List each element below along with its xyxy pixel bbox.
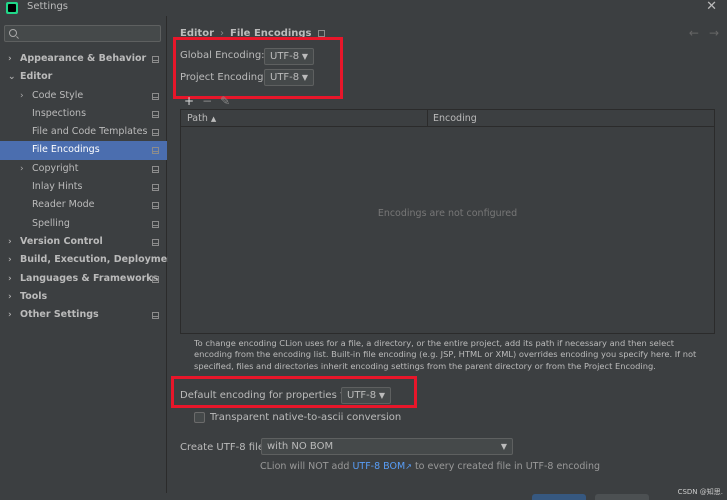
sidebar-item-label: Appearance & Behavior [20,53,147,64]
sidebar-item-label: Copyright [32,162,79,174]
sidebar-item-label: File and Code Templates [32,126,148,138]
sidebar-item-label: Languages & Frameworks [20,272,159,284]
column-header-encoding[interactable]: Encoding [433,110,477,127]
project-scope-icon [152,275,159,283]
sidebar-item-label: Tools [20,290,48,302]
project-scope-icon [152,184,159,192]
project-scope-icon [152,312,159,320]
navigation-arrows: ← → [679,26,719,40]
sidebar-item-build-execution-deployment[interactable]: › Build, Execution, Deployment [0,251,178,269]
chevron-right-icon[interactable]: › [8,306,12,324]
column-header-path[interactable]: Path ▲ [187,110,216,128]
annotation-highlight-box [173,37,343,99]
sidebar-item-copyright[interactable]: › Copyright [0,160,167,178]
sidebar-item-code-style[interactable]: › Code Style [0,87,167,105]
chevron-down-icon[interactable]: ⌄ [8,68,16,86]
project-scope-icon [317,29,325,37]
close-icon[interactable]: ✕ [706,0,717,14]
sidebar-item-label: Other Settings [20,309,99,321]
column-divider[interactable] [427,110,428,127]
chevron-right-icon[interactable]: › [20,87,24,105]
annotation-highlight-box [171,376,417,408]
back-arrow-icon[interactable]: ← [689,26,699,40]
project-scope-icon [152,165,159,173]
chevron-right-icon[interactable]: › [8,233,12,251]
utf8-bom-link[interactable]: UTF-8 BOM↗ [352,461,411,472]
sidebar-item-label: Inlay Hints [32,181,83,193]
window-title: Settings [27,1,69,12]
table-empty-text: Encodings are not configured [377,208,518,219]
chevron-right-icon[interactable]: › [20,160,24,178]
help-text: To change encoding CLion uses for a file… [194,338,697,371]
project-scope-icon [152,202,159,210]
edit-icon[interactable]: ✎ [220,94,230,108]
sidebar-item-label: Version Control [20,235,103,247]
add-icon[interactable]: + [184,94,194,108]
sidebar-item-label: Build, Execution, Deployment [20,254,179,266]
project-scope-icon [152,92,159,100]
sidebar-item-spelling[interactable]: Spelling [0,215,167,233]
sidebar-item-inspections[interactable]: Inspections [0,105,167,123]
sidebar-item-label: Reader Mode [32,199,95,211]
chevron-right-icon[interactable]: › [8,50,12,68]
sidebar-item-label: Spelling [32,217,70,229]
sidebar-item-languages-frameworks[interactable]: › Languages & Frameworks [0,270,167,288]
transparent-conversion-label: Transparent native-to-ascii conversion [210,412,402,423]
table-header: Path ▲ Encoding [181,110,714,127]
sidebar-item-reader-mode[interactable]: Reader Mode [0,196,167,214]
sidebar-item-file-and-code-templates[interactable]: File and Code Templates [0,123,167,141]
search-icon [9,29,17,37]
sidebar-item-tools[interactable]: › Tools [0,288,167,306]
sidebar-item-other-settings[interactable]: › Other Settings [0,306,167,324]
project-scope-icon [152,147,159,155]
chevron-right-icon[interactable]: › [8,288,12,306]
create-utf8-value: with NO BOM [267,441,334,452]
sort-ascending-icon: ▲ [210,115,217,123]
remove-icon[interactable]: − [202,94,212,108]
transparent-conversion-checkbox[interactable] [194,412,205,423]
title-bar: Settings ✕ [0,0,727,16]
app-logo-icon [6,2,18,14]
project-scope-icon [152,110,159,118]
create-utf8-label: Create UTF-8 files: [180,442,273,453]
project-scope-icon [152,238,159,246]
sidebar-item-appearance-behavior[interactable]: › Appearance & Behavior [0,50,167,68]
search-input[interactable] [4,25,161,42]
project-scope-icon [152,220,159,228]
project-scope-icon [152,129,159,137]
create-utf8-select[interactable]: with NO BOM ▼ [261,438,513,455]
sidebar-item-file-encodings[interactable]: File Encodings [0,141,167,160]
sidebar-item-label: Code Style [32,89,84,101]
forward-arrow-icon[interactable]: → [709,26,719,40]
cancel-button[interactable] [595,494,649,500]
chevron-right-icon[interactable]: › [8,270,12,288]
settings-tree: › Appearance & Behavior ⌄ Editor › Code Style… [0,50,178,324]
sidebar-item-label: File Encodings [32,144,100,156]
sidebar-item-version-control[interactable]: › Version Control [0,233,167,251]
utf8-bom-note: CLion will NOT add UTF-8 BOM↗ to every c… [260,461,601,472]
project-scope-icon [152,56,159,63]
table-toolbar: + − ✎ [184,94,238,108]
sidebar-item-label: Inspections [32,107,87,119]
chevron-right-icon[interactable]: › [8,251,12,269]
external-link-icon: ↗ [405,462,412,471]
main-panel: Editor › File Encodings ← → Global Encoding… [168,16,727,500]
sidebar-item-editor[interactable]: ⌄ Editor [0,68,167,86]
encodings-table: Path ▲ Encoding Encodings are not config… [180,109,715,334]
ok-button[interactable] [532,494,586,500]
sidebar-item-inlay-hints[interactable]: Inlay Hints [0,178,167,196]
sidebar-item-label: Editor [20,71,53,83]
watermark: CSDN @知思. [677,488,723,496]
chevron-down-icon: ▼ [500,442,507,451]
settings-sidebar: › Appearance & Behavior ⌄ Editor › Code Style… [0,16,178,500]
